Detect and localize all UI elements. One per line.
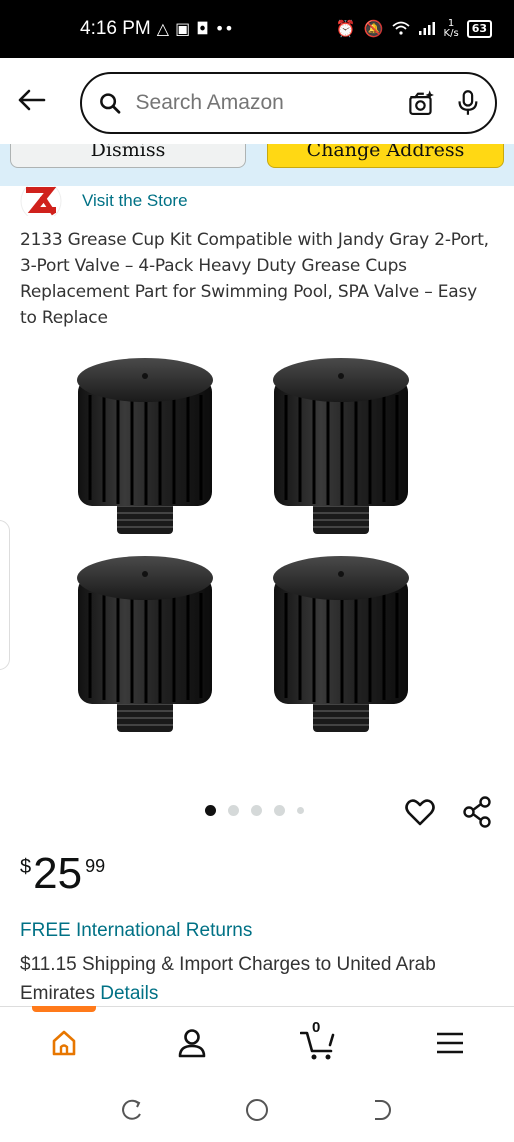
nav-menu[interactable] [430,1023,470,1063]
address-banner: Dismiss Change Address [0,144,514,186]
shipping-info: $11.15 Shipping & Import Charges to Unit… [20,950,490,1008]
more-notifications-icon: •• [214,19,234,38]
free-returns-link[interactable]: FREE International Returns [20,920,252,942]
alarm-icon: ⏰ [335,19,356,38]
back-arrow-icon [18,89,46,111]
signal-icon [418,21,436,38]
home-icon [52,1030,76,1056]
carousel-dot-1[interactable] [205,805,216,816]
back-button[interactable] [14,82,50,118]
bottom-navigation: 0 [0,1006,514,1074]
product-title: 2133 Grease Cup Kit Compatible with Jand… [20,230,489,328]
side-panel-handle[interactable] [0,520,10,670]
recent-apps-icon[interactable] [118,1096,146,1124]
mute-icon: 🔕 [363,19,384,38]
app-notification-icon: ▣ [175,19,191,38]
nav-account[interactable] [172,1023,212,1063]
battery-level: 63 [466,20,492,38]
search-bar[interactable] [80,72,497,134]
carousel-dot-2[interactable] [228,805,239,816]
cart-count: 0 [312,1019,321,1036]
microphone-icon[interactable] [457,87,479,119]
cart-icon [300,1031,335,1060]
status-left: 4:16 PM △ ▣ ◘ •• [80,18,234,40]
wifi-icon [391,21,410,38]
price-whole: 25 [33,849,83,898]
price-currency: $ [20,856,32,878]
visit-store-link[interactable]: Visit the Store [82,191,188,211]
game-icon: ◘ [196,19,209,38]
account-icon [178,1029,206,1058]
camera-search-icon[interactable] [407,86,436,120]
search-icon [100,93,121,114]
product-price: $ 25 99 [20,852,105,896]
share-icon[interactable] [462,796,492,828]
carousel-dot-5[interactable] [297,807,304,814]
warning-icon: △ [156,19,170,38]
price-fraction: 99 [85,856,106,876]
nav-cart[interactable]: 0 [298,1019,344,1063]
speed-unit: K/s [443,28,459,39]
active-tab-indicator [32,1006,96,1012]
shipping-details-link[interactable]: Details [100,983,158,1004]
store-row: Visit the Store [20,186,188,216]
app-header [0,58,514,144]
wishlist-heart-icon[interactable] [404,796,436,828]
image-carousel-dots [205,805,304,816]
shipping-text: $11.15 Shipping & Import Charges to Unit… [20,954,436,1004]
product-image[interactable] [60,350,460,740]
system-navigation [0,1074,514,1142]
search-input[interactable] [135,91,407,115]
back-system-icon[interactable] [367,1096,395,1124]
status-bar: 4:16 PM △ ▣ ◘ •• ⏰ 🔕 1 K/s 63 [0,0,514,58]
home-button-icon[interactable] [243,1096,271,1124]
carousel-dot-4[interactable] [274,805,285,816]
network-speed: 1 K/s [444,19,459,39]
brand-logo-icon[interactable] [20,186,62,216]
dismiss-button[interactable]: Dismiss [10,144,246,168]
carousel-dot-3[interactable] [251,805,262,816]
status-right: ⏰ 🔕 1 K/s 63 [336,19,492,39]
menu-icon [437,1032,463,1054]
change-address-button[interactable]: Change Address [267,144,504,168]
nav-home[interactable] [44,1023,84,1063]
status-time: 4:16 PM [80,18,151,39]
